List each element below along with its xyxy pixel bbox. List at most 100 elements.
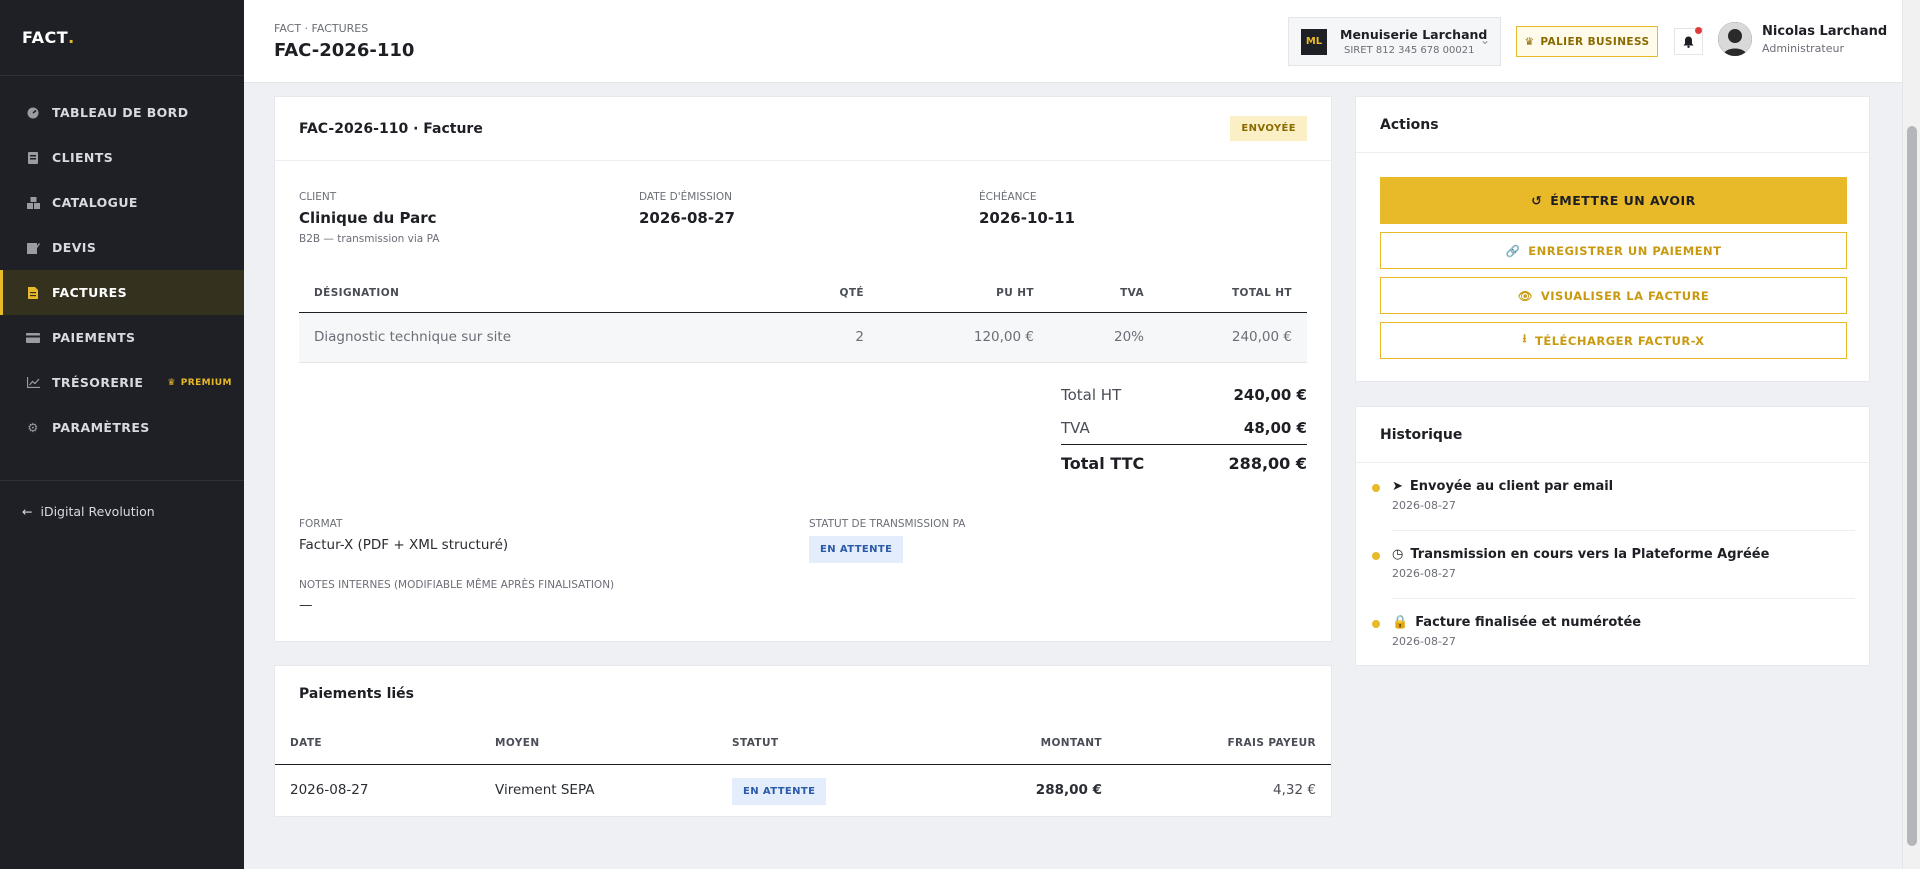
totals-block: Total HT 240,00 € TVA 48,00 € Total TTC … (1061, 378, 1307, 481)
table-row[interactable]: 2026-08-27 Virement SEPA EN ATTENTE 288,… (275, 764, 1331, 816)
back-link[interactable]: ← iDigital Revolution (0, 481, 244, 541)
sidebar-item-label: TABLEAU DE BORD (52, 105, 189, 120)
page-scrollbar[interactable] (1902, 0, 1920, 869)
column-header: STATUT (717, 722, 917, 765)
sidebar-item-factures[interactable]: FACTURES (0, 270, 244, 315)
chart-icon (26, 376, 40, 390)
breadcrumb[interactable]: FACT · FACTURES (274, 22, 368, 35)
line-vat: 20% (1049, 312, 1159, 363)
undo-icon: ↺ (1531, 193, 1543, 208)
history-date: 2026-08-27 (1392, 635, 1456, 648)
org-siret: SIRET 812 345 678 00021 (1344, 45, 1475, 56)
app-logo[interactable]: FACT. (0, 0, 244, 76)
column-header: FRAIS PAYEUR (1117, 722, 1331, 765)
history-label: Envoyée au client par email (1409, 479, 1614, 494)
invoice-card: FAC-2026-110 · Facture ENVOYÉE CLIENT Cl… (274, 96, 1332, 642)
main-nav: TABLEAU DE BORD CLIENTS CATALOGUE DEVIS … (0, 76, 244, 450)
sidebar-item-label: CATALOGUE (52, 195, 138, 210)
scrollbar-thumb[interactable] (1907, 126, 1917, 846)
history-date: 2026-08-27 (1392, 499, 1456, 512)
button-label: VISUALISER LA FACTURE (1540, 288, 1710, 303)
premium-badge: ♛ PREMIUM (167, 378, 232, 388)
view-invoice-button[interactable]: 👁 VISUALISER LA FACTURE (1380, 277, 1847, 314)
total-tva-row: TVA 48,00 € (1061, 411, 1307, 444)
invoice-icon (26, 286, 40, 300)
due-date-label: ÉCHÉANCE (979, 191, 1037, 203)
pa-status-badge: EN ATTENTE (809, 536, 904, 563)
column-header: DÉSIGNATION (299, 274, 799, 313)
column-header: DATE (275, 722, 480, 765)
sidebar-item-tableau-de-bord[interactable]: TABLEAU DE BORD (0, 90, 244, 135)
issue-credit-note-button[interactable]: ↺ ÉMETTRE UN AVOIR (1380, 177, 1847, 224)
catalogue-icon (26, 196, 40, 210)
topbar: FACT · FACTURES FAC-2026-110 ML Menuiser… (244, 0, 1902, 83)
clock-icon: ◷ (1392, 547, 1404, 562)
status-badge: ENVOYÉE (1230, 116, 1307, 141)
format-label: FORMAT (299, 518, 343, 530)
column-header: TVA (1049, 274, 1159, 313)
history-date: 2026-08-27 (1392, 567, 1456, 580)
payment-amount: 288,00 € (1035, 782, 1102, 799)
download-facturx-button[interactable]: ⭳ TÉLÉCHARGER FACTUR-X (1380, 322, 1847, 359)
total-ttc-label: Total TTC (1061, 453, 1145, 473)
notes-value[interactable]: — (299, 597, 313, 613)
dashboard-icon (26, 106, 40, 120)
org-text: Menuiserie Larchand SIRET 812 345 678 00… (1340, 27, 1487, 56)
history-card-header: Historique (1356, 407, 1869, 463)
sidebar-item-label: FACTURES (52, 285, 127, 300)
invoice-title: FAC-2026-110 · Facture (299, 120, 483, 137)
card-icon (26, 331, 40, 345)
column-header: MOYEN (480, 722, 717, 765)
sidebar-item-devis[interactable]: DEVIS (0, 225, 244, 270)
line-designation: Diagnostic technique sur site (299, 312, 799, 363)
button-label: TÉLÉCHARGER FACTUR-X (1535, 333, 1705, 348)
history-label: Transmission en cours vers la Plateforme… (1410, 547, 1770, 562)
pa-status-label: STATUT DE TRANSMISSION PA (809, 518, 966, 530)
record-payment-button[interactable]: 🔗 ENREGISTRER UN PAIEMENT (1380, 232, 1847, 269)
column-header: TOTAL HT (1159, 274, 1307, 313)
sidebar-item-tresorerie[interactable]: TRÉSORERIE ♛ PREMIUM (0, 360, 244, 405)
bell-icon (1683, 36, 1694, 48)
client-label: CLIENT (299, 191, 337, 203)
client-name[interactable]: Clinique du Parc (299, 209, 437, 227)
sidebar-item-label: PARAMÈTRES (52, 420, 150, 435)
organization-switcher[interactable]: ML Menuiserie Larchand SIRET 812 345 678… (1288, 17, 1501, 66)
line-qty: 2 (799, 312, 879, 363)
link-icon: 🔗 (1505, 243, 1521, 258)
sidebar-item-label: CLIENTS (52, 150, 114, 165)
back-link-label: iDigital Revolution (40, 503, 155, 519)
plan-button[interactable]: ♛ PALIER BUSINESS (1516, 26, 1658, 57)
payment-fee: 4,32 € (1273, 782, 1316, 799)
quote-icon (26, 241, 40, 255)
eye-icon: 👁 (1517, 288, 1533, 303)
total-tva-label: TVA (1061, 418, 1090, 437)
payment-status-badge: EN ATTENTE (732, 778, 827, 806)
org-badge: ML (1301, 28, 1327, 55)
sidebar-item-parametres[interactable]: ⚙ PARAMÈTRES (0, 405, 244, 450)
total-ht-row: Total HT 240,00 € (1061, 378, 1307, 411)
payments-title: Paiements liés (299, 686, 415, 702)
clients-icon (26, 151, 40, 165)
payments-card: Paiements liés DATE MOYEN STATUT MONTANT… (274, 665, 1332, 817)
sidebar-item-clients[interactable]: CLIENTS (0, 135, 244, 180)
history-dot (1372, 552, 1380, 560)
actions-card: Actions ↺ ÉMETTRE UN AVOIR 🔗 ENREGISTRER… (1355, 96, 1870, 382)
sidebar: FACT. TABLEAU DE BORD CLIENTS CATALOGUE … (0, 0, 244, 869)
sidebar-item-catalogue[interactable]: CATALOGUE (0, 180, 244, 225)
plan-label: PALIER BUSINESS (1540, 35, 1650, 48)
user-name[interactable]: Nicolas Larchand (1762, 24, 1887, 39)
avatar[interactable] (1718, 22, 1752, 56)
column-header: MONTANT (917, 722, 1117, 765)
notifications-button[interactable] (1674, 27, 1703, 55)
total-ht-label: Total HT (1061, 385, 1122, 404)
notes-label: NOTES INTERNES (MODIFIABLE MÊME APRÈS FI… (299, 579, 615, 591)
payment-method: Virement SEPA (495, 782, 595, 799)
line-unit-price: 120,00 € (879, 312, 1049, 363)
premium-label: PREMIUM (180, 377, 232, 388)
sidebar-item-label: DEVIS (52, 240, 97, 255)
invoice-card-header: FAC-2026-110 · Facture ENVOYÉE (275, 97, 1331, 161)
sidebar-item-paiements[interactable]: PAIEMENTS (0, 315, 244, 360)
crown-icon: ♛ (1524, 35, 1535, 48)
table-row: Diagnostic technique sur site 2 120,00 €… (299, 312, 1307, 363)
logo-text: FACT (22, 28, 69, 47)
